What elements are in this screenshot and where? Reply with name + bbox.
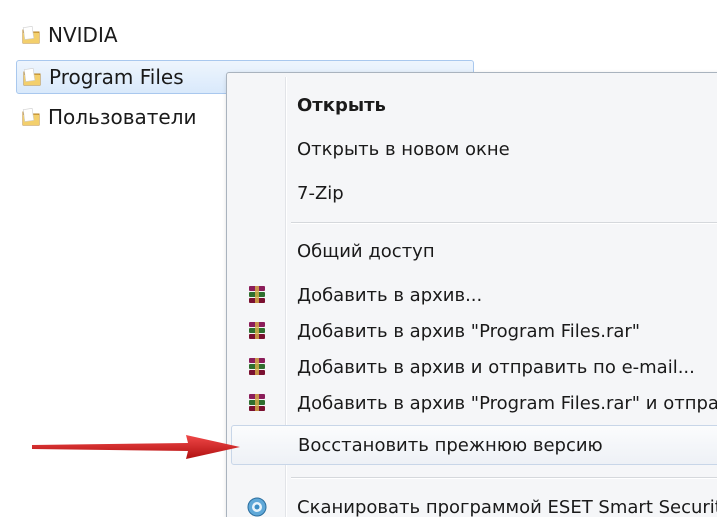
menu-item-label: Восстановить прежнюю версию [298,434,603,456]
menu-item-label: Добавить в архив и отправить по e-mail..… [297,356,695,378]
winrar-icon [249,286,265,303]
menu-item-label: Открыть в новом окне [297,138,510,160]
menu-item-label: Добавить в архив "Program Files.rar" и о… [297,392,717,414]
context-menu: Открыть Открыть в новом окне 7-Zip Общий… [226,72,717,517]
winrar-icon [249,322,265,339]
menu-item-label: 7-Zip [297,182,344,204]
menu-item-7zip[interactable]: 7-Zip [231,173,717,213]
menu-item-add-and-email[interactable]: Добавить в архив и отправить по e-mail..… [231,347,717,387]
menu-item-label: Сканировать программой ESET Smart Securi… [297,496,717,517]
menu-item-add-to-program-files-rar[interactable]: Добавить в архив "Program Files.rar" [231,311,717,351]
menu-item-label: Общий доступ [297,240,435,262]
folder-item-users[interactable]: Пользователи [16,100,197,134]
menu-item-add-rar-and-email[interactable]: Добавить в архив "Program Files.rar" и о… [231,383,717,423]
folder-icon [22,26,40,44]
winrar-icon [249,358,265,375]
menu-item-label: Добавить в архив... [297,284,483,306]
menu-separator [291,222,717,224]
screenshot: NVIDIA Program Files Пользователи Открыт… [0,0,717,517]
menu-item-label: Открыть [297,94,386,116]
menu-item-eset-scan[interactable]: Сканировать программой ESET Smart Securi… [231,487,717,517]
menu-item-sharing[interactable]: Общий доступ [231,231,717,271]
menu-item-label: Добавить в архив "Program Files.rar" [297,320,641,342]
folder-name: Пользователи [48,105,197,129]
eset-icon [247,497,267,517]
menu-item-restore-previous-version[interactable]: Восстановить прежнюю версию [231,425,717,465]
folder-name: NVIDIA [48,23,118,47]
folder-item-nvidia[interactable]: NVIDIA [16,18,118,52]
menu-item-add-to-archive[interactable]: Добавить в архив... [231,275,717,315]
folder-icon [22,108,40,126]
folder-name: Program Files [49,65,184,89]
red-arrow-icon [32,435,240,459]
folder-icon [23,68,41,86]
menu-item-open-new-window[interactable]: Открыть в новом окне [231,129,717,169]
winrar-icon [249,394,265,411]
menu-separator [291,477,717,479]
menu-item-open[interactable]: Открыть [231,85,717,125]
